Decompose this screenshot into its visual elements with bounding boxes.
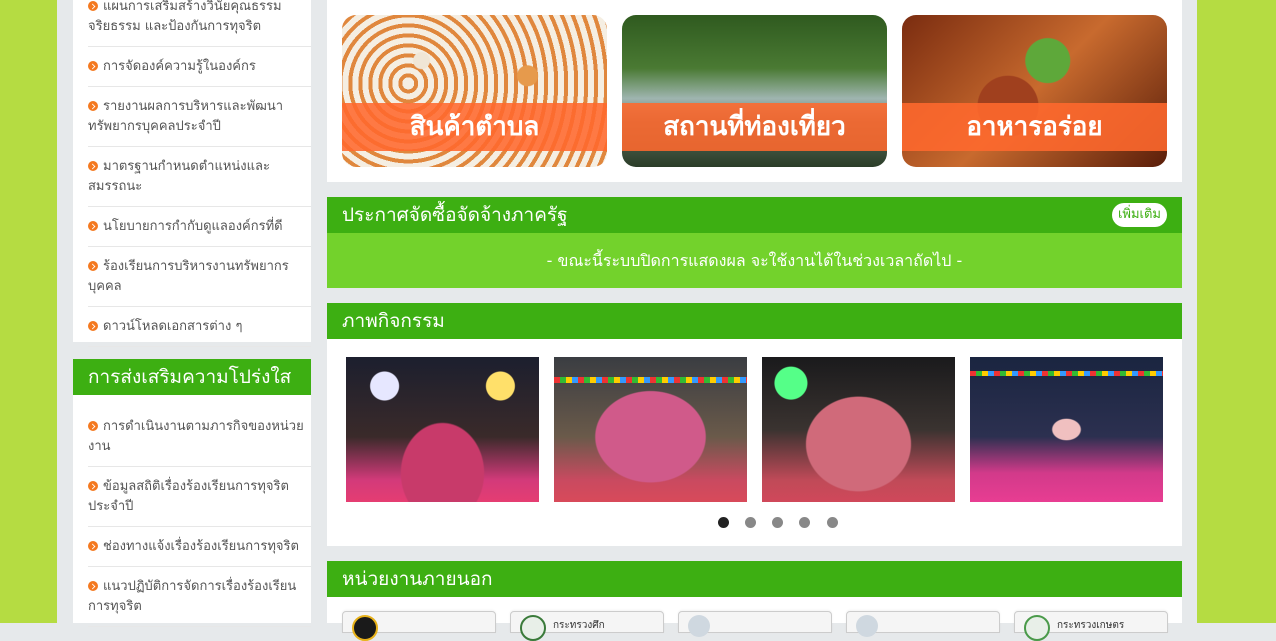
- more-button[interactable]: เพิ่มเติม: [1111, 203, 1167, 227]
- page-edge-right: [1197, 0, 1276, 623]
- external-link[interactable]: [342, 611, 496, 641]
- carousel-dot[interactable]: [745, 517, 757, 528]
- procurement-header: ประกาศจัดซื้อจัดจ้างภาครัฐ เพิ่มเติม: [327, 197, 1182, 233]
- chevron-right-icon: [88, 61, 98, 71]
- sidebar-item[interactable]: ข้อมูลสถิติเรื่องร้องเรียนการทุจริตประจำ…: [88, 467, 311, 527]
- transparency-title: การส่งเสริมความโปร่งใส: [73, 359, 311, 395]
- sidebar-item[interactable]: ดาวน์โหลดเอกสารต่าง ๆ: [88, 307, 311, 347]
- carousel-dot[interactable]: [772, 517, 784, 528]
- sidebar-menu-list: แผนการเสริมสร้างวินัยคุณธรรม จริยธรรม แล…: [73, 0, 311, 347]
- external-agencies-panel: หน่วยงานภายนอก กระทรวงศึก กระทรวงเกษตร: [327, 561, 1182, 641]
- procurement-title: ประกาศจัดซื้อจัดจ้างภาครัฐ: [342, 204, 568, 226]
- chevron-right-icon: [88, 101, 98, 111]
- sidebar-item[interactable]: มาตรฐานกำหนดตำแหน่งและสมรรถนะ: [88, 147, 311, 207]
- chevron-right-icon: [88, 261, 98, 271]
- carousel-dot[interactable]: [826, 517, 838, 528]
- gallery-photo[interactable]: [970, 357, 1163, 502]
- sidebar-item-label: การจัดองค์ความรู้ในองค์กร: [103, 59, 256, 74]
- chevron-right-icon: [88, 1, 98, 11]
- agency-logo-icon: [856, 615, 878, 637]
- banner-delicious-food[interactable]: อาหารอร่อย: [902, 15, 1167, 167]
- transparency-box: การส่งเสริมความโปร่งใส การดำเนินงานตามภา…: [73, 359, 311, 627]
- chevron-right-icon: [88, 421, 98, 431]
- sidebar-item-label: ช่องทางแจ้งเรื่องร้องเรียนการทุจริต: [103, 539, 299, 554]
- agency-logo-icon: [520, 615, 546, 641]
- sidebar-item[interactable]: การดำเนินงานตามภารกิจของหน่วยงาน: [88, 407, 311, 467]
- sidebar-item-label: การดำเนินงานตามภารกิจของหน่วยงาน: [88, 419, 304, 454]
- procurement-panel: ประกาศจัดซื้อจัดจ้างภาครัฐ เพิ่มเติม - ข…: [327, 197, 1182, 288]
- procurement-message: - ขณะนี้ระบบปิดการแสดงผล จะใช้งานได้ในช่…: [327, 233, 1182, 288]
- sidebar-item[interactable]: รายงานผลการบริหารและพัฒนาทรัพยากรบุคคลปร…: [88, 87, 311, 147]
- sidebar-item-label: ร้องเรียนการบริหารงานทรัพยากรบุคคล: [88, 259, 289, 294]
- gallery-photo[interactable]: [346, 357, 539, 502]
- sidebar-item-label: แผนการเสริมสร้างวินัยคุณธรรม จริยธรรม แล…: [88, 0, 282, 34]
- banner-caption: อาหารอร่อย: [902, 103, 1167, 151]
- sidebar-item-label: ดาวน์โหลดเอกสารต่าง ๆ: [103, 319, 243, 334]
- carousel-dot[interactable]: [799, 517, 811, 528]
- sidebar-item-label: มาตรฐานกำหนดตำแหน่งและสมรรถนะ: [88, 159, 270, 194]
- external-link[interactable]: กระทรวงศึก: [510, 611, 664, 641]
- chevron-right-icon: [88, 221, 98, 231]
- activity-gallery-panel: ภาพกิจกรรม: [327, 303, 1182, 546]
- gallery-photo[interactable]: [554, 357, 747, 502]
- banner-tourist-attractions[interactable]: สถานที่ท่องเที่ยว: [622, 15, 887, 167]
- chevron-right-icon: [88, 481, 98, 491]
- chevron-right-icon: [88, 161, 98, 171]
- sidebar-item[interactable]: ช่องทางแจ้งเรื่องร้องเรียนการทุจริต: [88, 527, 311, 567]
- sidebar-item-label: รายงานผลการบริหารและพัฒนาทรัพยากรบุคคลปร…: [88, 99, 284, 134]
- chevron-right-icon: [88, 581, 98, 591]
- sidebar-item[interactable]: ร้องเรียนการบริหารงานทรัพยากรบุคคล: [88, 247, 311, 307]
- banner-caption: สถานที่ท่องเที่ยว: [622, 103, 887, 151]
- agency-logo-icon: [688, 615, 710, 637]
- agency-logo-icon: [1024, 615, 1050, 641]
- external-link[interactable]: [678, 611, 832, 637]
- sidebar-item[interactable]: แผนการเสริมสร้างวินัยคุณธรรม จริยธรรม แล…: [88, 0, 311, 47]
- gallery-photo[interactable]: [762, 357, 955, 502]
- sidebar-item-label: นโยบายการกำกับดูแลองค์กรที่ดี: [103, 219, 283, 234]
- sidebar-item-label: ข้อมูลสถิติเรื่องร้องเรียนการทุจริตประจำ…: [88, 479, 289, 514]
- sidebar-menu-box: แผนการเสริมสร้างวินัยคุณธรรม จริยธรรม แล…: [73, 0, 311, 347]
- chevron-right-icon: [88, 541, 98, 551]
- banner-local-products[interactable]: สินค้าตำบล: [342, 15, 607, 167]
- sidebar-item-label: แนวปฏิบัติการจัดการเรื่องร้องเรียนการทุจ…: [88, 579, 297, 614]
- sidebar-item[interactable]: นโยบายการกำกับดูแลองค์กรที่ดี: [88, 207, 311, 247]
- transparency-list: การดำเนินงานตามภารกิจของหน่วยงาน ข้อมูลส…: [73, 395, 311, 627]
- external-link[interactable]: กระทรวงเกษตร: [1014, 611, 1168, 641]
- external-link-label: กระทรวงศึก: [553, 620, 605, 631]
- chevron-right-icon: [88, 321, 98, 331]
- sidebar-item[interactable]: แนวปฏิบัติการจัดการเรื่องร้องเรียนการทุจ…: [88, 567, 311, 627]
- agency-logo-icon: [352, 615, 378, 641]
- banner-panel: สินค้าตำบล สถานที่ท่องเที่ยว อาหารอร่อย: [327, 0, 1182, 182]
- external-link[interactable]: [846, 611, 1000, 637]
- sidebar-item[interactable]: การจัดองค์ความรู้ในองค์กร: [88, 47, 311, 87]
- gallery-title: ภาพกิจกรรม: [327, 303, 1182, 339]
- carousel-dot[interactable]: [718, 517, 729, 528]
- carousel-dots: [718, 517, 850, 532]
- page-edge-left: [0, 0, 57, 623]
- banner-caption: สินค้าตำบล: [342, 103, 607, 151]
- external-link-label: กระทรวงเกษตร: [1057, 620, 1125, 631]
- external-title: หน่วยงานภายนอก: [327, 561, 1182, 597]
